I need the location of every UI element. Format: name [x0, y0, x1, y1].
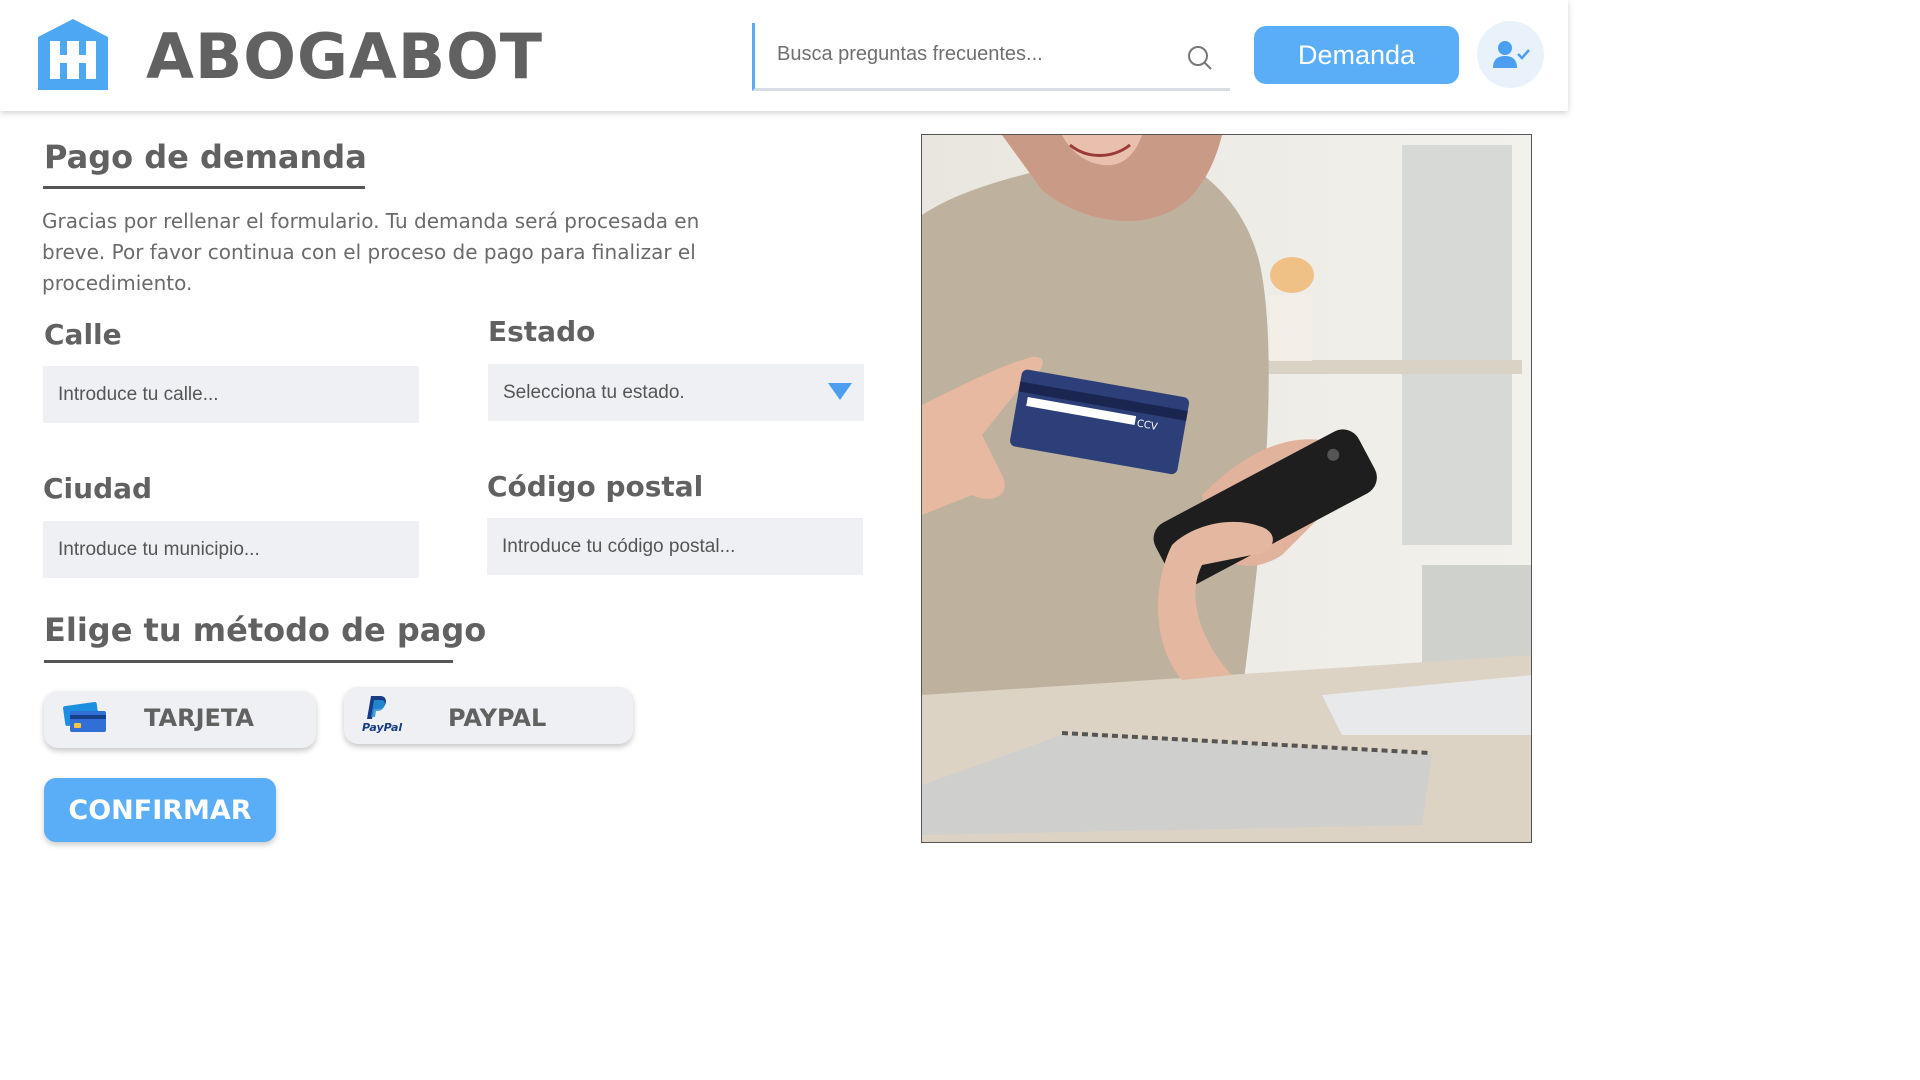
top-header: ABOGABOT Demanda — [0, 0, 1568, 111]
city-label: Ciudad — [43, 472, 153, 505]
logo-icon[interactable] — [36, 17, 110, 92]
street-label: Calle — [44, 318, 122, 351]
postal-code-label: Código postal — [487, 470, 704, 503]
page-title: Pago de demanda — [44, 138, 367, 176]
paypal-icon — [367, 696, 386, 719]
card-payment-label: TARJETA — [144, 704, 254, 732]
credit-card-icon — [63, 702, 106, 732]
paypal-logo-text: PayPal — [362, 721, 403, 734]
search-input[interactable] — [777, 39, 1167, 69]
paypal-payment-label: PAYPAL — [448, 704, 547, 732]
dropdown-arrow-icon — [828, 383, 852, 400]
demand-button[interactable]: Demanda — [1254, 26, 1459, 84]
postal-code-input[interactable] — [487, 518, 863, 575]
user-avatar[interactable] — [1477, 21, 1544, 88]
user-check-icon — [1492, 40, 1530, 68]
payment-title-underline — [44, 660, 453, 663]
street-input[interactable] — [43, 366, 419, 423]
intro-text: Gracias por rellenar el formulario. Tu d… — [42, 209, 700, 295]
state-select-value: Selecciona tu estado. — [503, 381, 685, 403]
search-box — [752, 23, 1230, 91]
brand-name[interactable]: ABOGABOT — [146, 22, 543, 92]
payment-photo: CCV — [921, 134, 1532, 843]
card-payment-button[interactable]: TARJETA — [44, 691, 316, 748]
search-icon[interactable] — [1187, 45, 1213, 71]
woman-with-card-and-phone-image: CCV — [922, 135, 1531, 842]
paypal-payment-button[interactable]: PayPal PAYPAL — [344, 687, 633, 744]
city-input[interactable] — [43, 521, 419, 578]
state-label: Estado — [488, 315, 596, 348]
title-underline — [43, 186, 365, 189]
payment-title: Elige tu método de pago — [44, 611, 487, 649]
state-select[interactable]: Selecciona tu estado. — [488, 364, 864, 421]
confirm-button[interactable]: CONFIRMAR — [44, 778, 276, 842]
